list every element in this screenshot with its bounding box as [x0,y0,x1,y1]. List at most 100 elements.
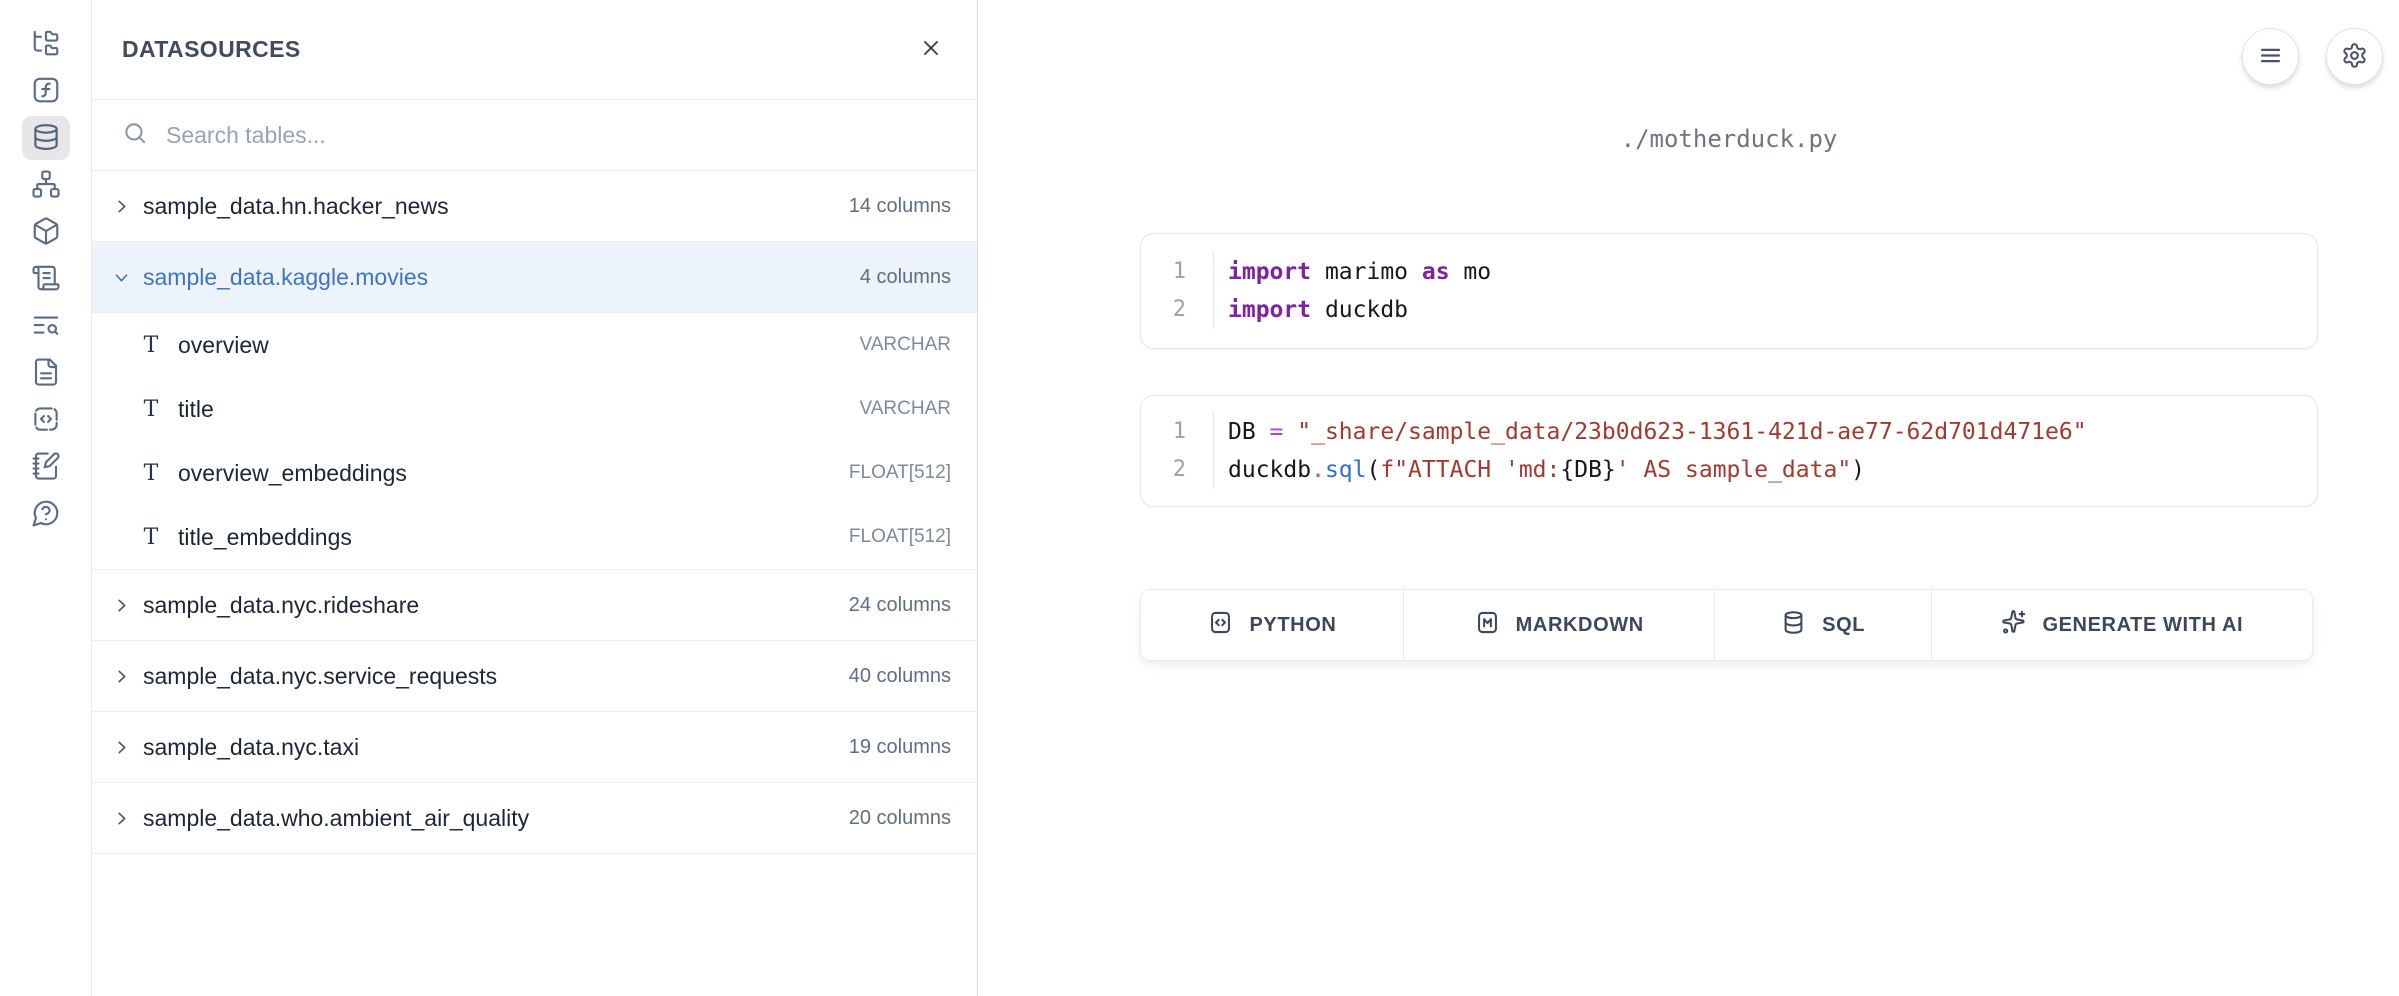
table-row[interactable]: sample_data.who.ambient_air_quality 20 c… [92,783,977,854]
generate-ai-label: GENERATE WITH AI [2042,614,2243,637]
column-row[interactable]: T overview VARCHAR [92,313,977,377]
code-token: DB [1228,419,1270,445]
chevron-down-icon [112,268,131,287]
line-number: 2 [1173,451,1186,489]
database-icon [31,122,61,155]
package-cube-icon [31,216,61,249]
sparkles-icon [2000,609,2027,642]
marimo-app: DATASOURCES sample_data.hn.hacker_news 1… [0,0,2399,996]
column-type: VARCHAR [860,398,952,420]
code-token: import [1228,259,1311,285]
code-line: import duckdb [1228,291,2317,329]
table-name: sample_data.nyc.service_requests [143,663,497,690]
code-token: ' AS sample_data" [1616,457,1851,483]
table-row[interactable]: sample_data.nyc.service_requests 40 colu… [92,641,977,712]
file-tree-icon [31,28,61,61]
datasources-header: DATASOURCES [92,0,977,100]
table-row[interactable]: sample_data.nyc.taxi 19 columns [92,712,977,783]
rail-item-packages[interactable] [22,210,70,254]
chevron-right-icon [112,197,131,216]
code-line: DB = "_share/sample_data/23b0d623-1361-4… [1228,413,2317,451]
rail-item-files[interactable] [22,22,70,66]
notebook-topbar [2242,28,2383,85]
table-name: sample_data.who.ambient_air_quality [143,805,529,832]
search-icon [122,120,148,151]
search-input[interactable] [166,122,947,149]
text-type-icon: T [140,525,162,550]
text-search-icon [31,310,61,343]
menu-icon [2257,42,2284,72]
code-token: duckdb [1228,457,1311,483]
close-icon [919,36,943,63]
column-name: overview_embeddings [178,460,407,487]
table-row[interactable]: sample_data.nyc.rideshare 24 columns [92,570,977,641]
rail-item-snippets[interactable] [22,398,70,442]
notebook-pen-icon [31,451,61,484]
table-name: sample_data.kaggle.movies [143,264,428,291]
rail-item-help[interactable] [22,492,70,536]
line-number-gutter: 1 2 [1141,253,1214,329]
settings-gear-icon [2341,42,2368,72]
network-icon [31,169,61,202]
add-markdown-cell-button[interactable]: MARKDOWN [1403,590,1714,660]
column-count: 4 columns [860,266,951,289]
code-token [1283,419,1297,445]
line-number: 1 [1173,413,1186,451]
text-type-icon: T [140,333,162,358]
table-name: sample_data.nyc.rideshare [143,592,419,619]
notebook-menu-button[interactable] [2242,28,2299,85]
rail-item-documentation[interactable] [22,351,70,395]
column-count: 14 columns [849,195,951,218]
table-row[interactable]: sample_data.hn.hacker_news 14 columns [92,171,977,242]
column-name: title [178,396,214,423]
add-python-label: PYTHON [1249,614,1336,637]
rail-item-scratchpad[interactable] [22,445,70,489]
code-cell: 1 2 DB = "_share/sample_data/23b0d623-13… [1140,395,2318,507]
code-token: sql [1325,457,1367,483]
code-editor[interactable]: import marimo as mo import duckdb [1214,253,2317,329]
column-count: 19 columns [849,736,951,759]
code-token: mo [1450,259,1492,285]
table-search-row [92,100,977,171]
generate-with-ai-button[interactable]: GENERATE WITH AI [1931,590,2312,660]
rail-item-datasources[interactable] [22,116,70,160]
code-token: duckdb [1311,297,1408,323]
code-token: "_share/sample_data/23b0d623-1361-421d-a… [1297,419,2086,445]
column-row[interactable]: T title_embeddings FLOAT[512] [92,505,977,569]
add-sql-label: SQL [1822,614,1865,637]
code-token: = [1270,419,1284,445]
column-group: T overview VARCHAR T title VARCHAR T ove… [92,313,977,570]
rail-item-variables[interactable] [22,69,70,113]
add-markdown-label: MARKDOWN [1516,614,1644,637]
code-editor[interactable]: DB = "_share/sample_data/23b0d623-1361-4… [1214,413,2317,489]
column-row[interactable]: T title VARCHAR [92,377,977,441]
code-token: marimo [1311,259,1422,285]
rail-item-logs[interactable] [22,257,70,301]
column-count: 24 columns [849,594,951,617]
database-icon [1780,609,1807,642]
scroll-icon [31,263,61,296]
code-line: import marimo as mo [1228,253,2317,291]
column-name: title_embeddings [178,524,352,551]
code-square-icon [1207,609,1234,642]
table-name: sample_data.hn.hacker_news [143,193,449,220]
help-chat-icon [31,498,61,531]
column-type: FLOAT[512] [849,526,951,548]
markdown-icon [1474,609,1501,642]
add-python-cell-button[interactable]: PYTHON [1141,590,1403,660]
column-row[interactable]: T overview_embeddings FLOAT[512] [92,441,977,505]
code-snippet-icon [31,404,61,437]
text-type-icon: T [140,397,162,422]
column-count: 40 columns [849,665,951,688]
add-sql-cell-button[interactable]: SQL [1714,590,1931,660]
add-cell-bar: PYTHON MARKDOWN SQL GENERATE WITH AI [1140,589,2313,661]
document-icon [31,357,61,390]
notebook-filename[interactable]: ./motherduck.py [1140,125,2318,153]
close-panel-button[interactable] [915,32,947,67]
rail-item-search[interactable] [22,304,70,348]
settings-button[interactable] [2326,28,2383,85]
rail-item-dependencies[interactable] [22,163,70,207]
table-row-selected[interactable]: sample_data.kaggle.movies 4 columns [92,242,977,313]
column-type: FLOAT[512] [849,462,951,484]
table-name: sample_data.nyc.taxi [143,734,359,761]
